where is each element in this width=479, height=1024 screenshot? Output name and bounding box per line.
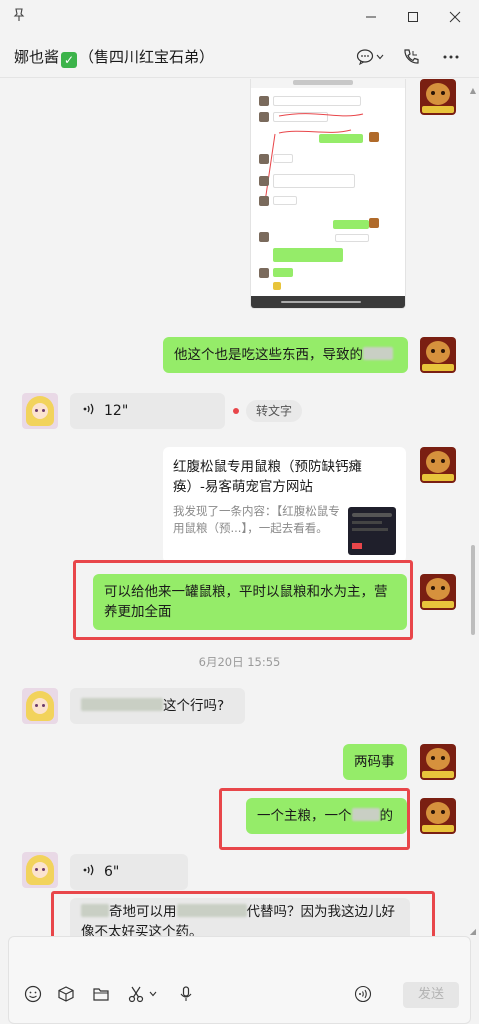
card-description: 我发现了一条内容：【红腹松鼠专用鼠粮（预...】，一起去看看。 (173, 504, 340, 535)
title-bar (0, 0, 479, 34)
microphone-icon[interactable] (175, 983, 197, 1005)
scroll-up-arrow-icon[interactable]: ▲ (470, 86, 476, 95)
resize-handle-icon[interactable]: ◢ (470, 927, 476, 936)
message-text: 奇地可以用 (109, 904, 177, 920)
link-card[interactable]: 红腹松鼠专用鼠粮（预防缺钙瘫痪）-易客萌宠官方网站 我发现了一条内容：【红腹松鼠… (163, 447, 406, 563)
chat-title: 娜也酱 ✓ （售四川红宝石弟） (14, 46, 214, 68)
voice-message[interactable]: 12" (70, 393, 225, 429)
emoji-icon[interactable] (22, 983, 44, 1005)
voice-input-icon[interactable] (352, 983, 374, 1005)
message-text: 的 (379, 808, 394, 824)
message-text: 这个行吗? (163, 698, 225, 714)
voice-duration: 6" (104, 864, 120, 880)
message-bubble-received[interactable]: 这个行吗? (70, 688, 245, 724)
message-bubble-sent[interactable]: 一个主粮，一个 的 (246, 798, 407, 834)
my-avatar[interactable] (420, 798, 456, 834)
voice-duration: 12" (104, 403, 129, 419)
message-bubble-sent[interactable]: 他这个也是吃这些东西，导致的 (163, 337, 408, 373)
blurred-text (81, 698, 163, 711)
folder-icon[interactable] (90, 983, 112, 1005)
message-list[interactable]: 他这个也是吃这些东西，导致的 12" 转文字 红腹松鼠专用鼠粮（预防缺钙瘫痪）-… (0, 79, 479, 936)
verified-check-icon: ✓ (61, 52, 78, 68)
chevron-down-icon[interactable] (146, 983, 160, 1005)
voice-message[interactable]: 6" (70, 854, 188, 890)
contact-name: 娜也酱 (14, 48, 60, 66)
maximize-icon[interactable] (402, 6, 424, 28)
message-text: 一个主粮，一个 (257, 808, 352, 824)
my-avatar[interactable] (420, 574, 456, 610)
scrollbar-thumb[interactable] (471, 545, 475, 635)
composer (0, 936, 479, 1024)
contact-avatar[interactable] (22, 688, 58, 724)
voice-wave-icon (82, 402, 96, 420)
message-bubble-sent[interactable]: 可以给他来一罐鼠粮，平时以鼠粮和水为主，营养更加全面 (93, 574, 407, 630)
blurred-text (363, 347, 393, 360)
my-avatar[interactable] (420, 79, 456, 115)
my-avatar[interactable] (420, 337, 456, 373)
message-input[interactable] (8, 936, 471, 1024)
message-bubble-received[interactable]: 奇地可以用 代替吗？因为我这边儿好像不太好买这个药。 (70, 898, 410, 936)
send-button[interactable]: 发送 (403, 982, 459, 1008)
phone-icon[interactable] (400, 46, 422, 68)
my-avatar[interactable] (420, 744, 456, 780)
message-text: 他这个也是吃这些东西，导致的 (174, 347, 363, 363)
unread-dot (233, 408, 239, 414)
more-icon[interactable] (440, 46, 462, 68)
voice-wave-icon (82, 863, 96, 881)
chevron-down-icon[interactable] (373, 46, 387, 68)
convert-to-text-button[interactable]: 转文字 (246, 400, 303, 422)
contact-avatar[interactable] (22, 393, 58, 429)
card-title: 红腹松鼠专用鼠粮（预防缺钙瘫痪）-易客萌宠官方网站 (173, 459, 362, 495)
blurred-text (81, 904, 109, 917)
contact-avatar[interactable] (22, 852, 58, 888)
scissors-icon[interactable] (125, 983, 147, 1005)
close-icon[interactable] (444, 6, 466, 28)
card-thumbnail (348, 507, 396, 555)
blurred-text (351, 808, 380, 821)
my-avatar[interactable] (420, 447, 456, 483)
timestamp: 6月20日 15:55 (198, 655, 281, 669)
image-message[interactable] (250, 79, 406, 309)
pin-icon[interactable] (12, 8, 26, 22)
sticker-box-icon[interactable] (55, 983, 77, 1005)
message-bubble-sent[interactable]: 两码事 (343, 744, 407, 780)
minimize-icon[interactable] (360, 6, 382, 28)
contact-note: （售四川红宝石弟） (79, 48, 215, 66)
chat-header: 娜也酱 ✓ （售四川红宝石弟） (0, 34, 479, 78)
blurred-text (176, 904, 247, 917)
